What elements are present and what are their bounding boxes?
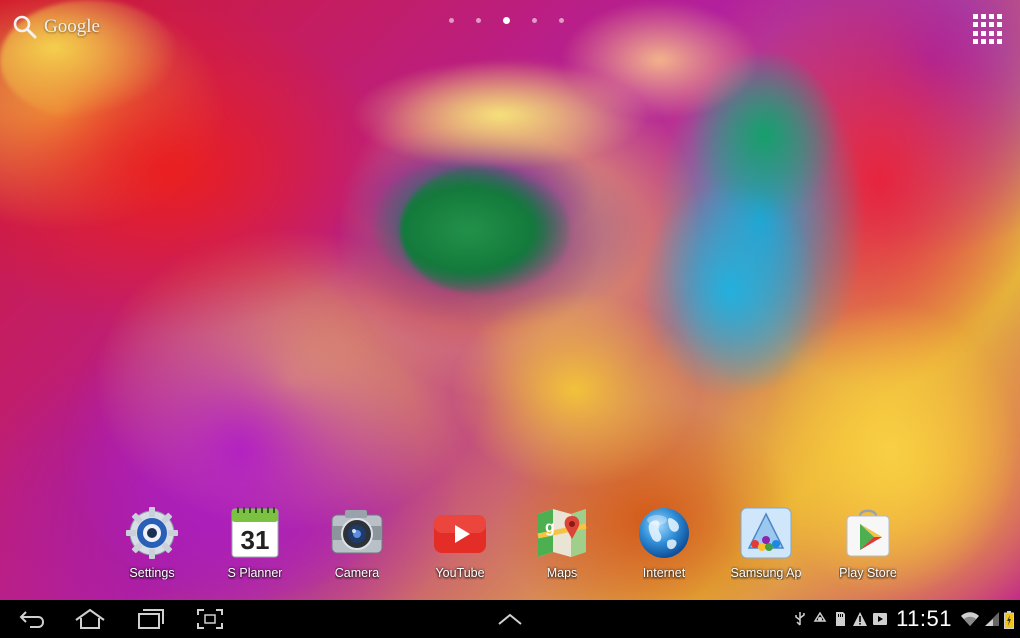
page-dot-active	[503, 17, 510, 24]
status-area[interactable]: 11:51	[792, 600, 1014, 638]
play-icon	[872, 611, 888, 627]
app-label: Internet	[642, 566, 686, 580]
camera-icon	[330, 506, 384, 560]
page-indicator	[449, 17, 564, 24]
navigation-bar: 11:51	[0, 600, 1020, 638]
back-icon[interactable]	[14, 600, 50, 638]
calendar-icon: 31	[228, 506, 282, 560]
app-play-store[interactable]: Play Store	[816, 506, 920, 580]
settings-gear-icon	[125, 506, 179, 560]
apps-grid-icon[interactable]	[972, 13, 1004, 45]
sd-card-icon	[832, 611, 848, 627]
play-store-icon	[841, 506, 895, 560]
youtube-icon	[433, 506, 487, 560]
page-dot	[449, 18, 454, 23]
app-internet[interactable]: Internet	[612, 506, 716, 580]
app-s-planner[interactable]: 31 S Planner	[203, 506, 307, 580]
recycle-icon	[812, 611, 828, 627]
app-settings[interactable]: Settings	[100, 506, 204, 580]
page-dot	[532, 18, 537, 23]
app-label: Settings	[129, 566, 175, 580]
calendar-day: 31	[241, 525, 270, 555]
samsung-apps-icon	[739, 506, 793, 560]
screenshot-icon[interactable]	[192, 600, 228, 638]
search-icon	[12, 14, 38, 40]
app-samsung-apps[interactable]: Samsung Ap	[714, 506, 818, 580]
page-dot	[476, 18, 481, 23]
app-camera[interactable]: Camera	[305, 506, 409, 580]
recent-apps-icon[interactable]	[132, 600, 168, 638]
app-label: YouTube	[435, 566, 485, 580]
google-search-widget[interactable]: Google	[12, 14, 100, 40]
app-label: Maps	[546, 566, 578, 580]
usb-icon	[792, 611, 808, 627]
maps-icon: g	[535, 506, 589, 560]
chevron-up-icon[interactable]	[492, 600, 528, 638]
globe-icon	[637, 506, 691, 560]
page-dot	[559, 18, 564, 23]
home-icon[interactable]	[72, 600, 108, 638]
app-maps[interactable]: g Maps	[510, 506, 614, 580]
clock: 11:51	[896, 606, 952, 631]
app-label: Camera	[334, 566, 380, 580]
app-dock: Settings 31 S Planner Camera YouTube g M…	[100, 506, 920, 586]
warning-icon	[852, 611, 868, 627]
signal-icon	[984, 611, 1000, 627]
google-label: Google	[44, 16, 100, 37]
app-label: Samsung Ap	[730, 566, 802, 580]
app-label: S Planner	[227, 566, 283, 580]
app-youtube[interactable]: YouTube	[408, 506, 512, 580]
app-label: Play Store	[839, 566, 897, 580]
svg-text:g: g	[545, 519, 555, 536]
battery-icon	[1004, 611, 1014, 629]
wifi-icon	[960, 611, 980, 627]
